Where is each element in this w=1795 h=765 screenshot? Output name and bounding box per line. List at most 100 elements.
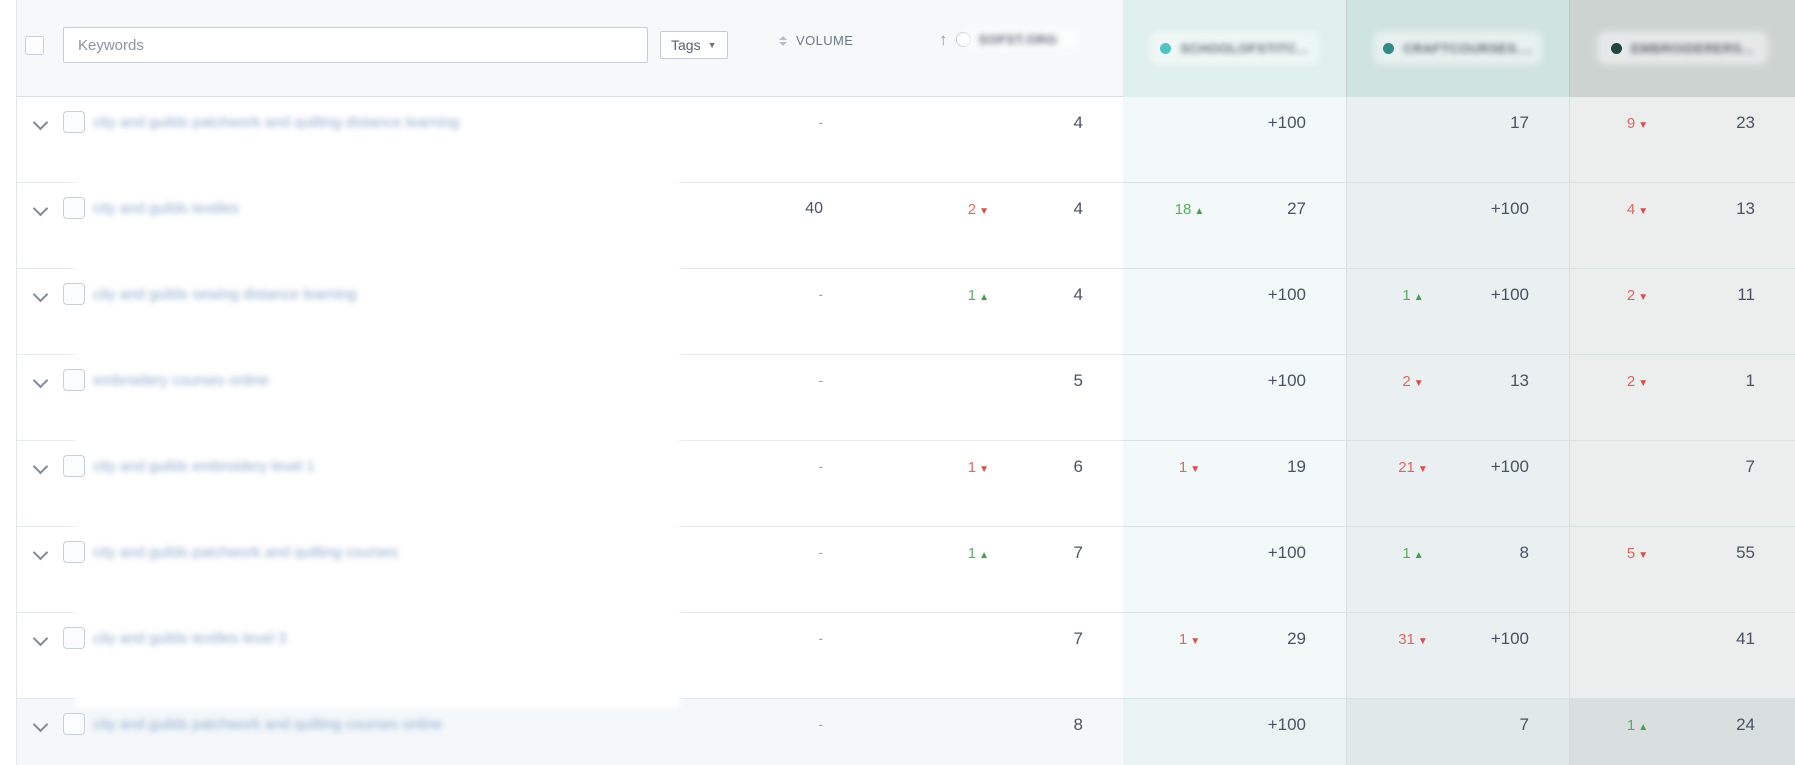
competitor-cell-1: 1▼ 19 <box>1123 441 1346 527</box>
row-checkbox[interactable] <box>63 111 85 133</box>
row-checkbox[interactable] <box>63 627 85 649</box>
volume-value: - <box>683 699 823 765</box>
competitor-position: +100 <box>1479 441 1569 526</box>
competitor-position: 7 <box>1479 699 1569 765</box>
main-position: 4 <box>1003 97 1123 182</box>
competitor-change: 1▼ <box>1123 441 1256 526</box>
chevron-down-icon <box>32 545 48 561</box>
competitor-change: 18▲ <box>1123 183 1256 268</box>
main-change <box>823 613 1003 698</box>
change-value: 5 <box>1627 545 1635 562</box>
row-checkbox[interactable] <box>63 369 85 391</box>
keywords-search-input[interactable] <box>63 27 648 63</box>
competitor-change: 31▼ <box>1347 613 1479 698</box>
change-value: 1 <box>1179 459 1187 476</box>
change-triangle-icon: ▼ <box>1418 636 1428 647</box>
competitor-change <box>1123 527 1256 612</box>
chevron-down-icon <box>32 717 48 733</box>
keyword-link[interactable]: city and guilds sewing distance learning <box>93 269 683 354</box>
competitor-cell-2: 31▼ +100 <box>1346 613 1569 699</box>
competitor-change: 2▼ <box>1570 269 1705 354</box>
competitor-position: 24 <box>1705 699 1795 765</box>
row-checkbox-wrap <box>55 699 93 765</box>
keyword-link[interactable]: city and guilds textiles <box>93 183 683 268</box>
competitor-change: 9▼ <box>1570 97 1705 182</box>
main-change: 1▲ <box>823 269 1003 354</box>
competitor-change: 1▲ <box>1570 699 1705 765</box>
chevron-down-icon <box>32 459 48 475</box>
change-triangle-icon: ▼ <box>1190 636 1200 647</box>
expand-row-button[interactable] <box>25 97 55 182</box>
row-checkbox-wrap <box>55 613 93 698</box>
competitor-change <box>1123 97 1256 182</box>
change-value: 21 <box>1398 459 1415 476</box>
competitor-cell-3: 1▲ 24 <box>1569 699 1795 765</box>
competitor-cell-1: +100 <box>1123 527 1346 613</box>
volume-column-header[interactable]: VOLUME <box>779 33 853 48</box>
competitor-position: 8 <box>1479 527 1569 612</box>
chevron-down-icon <box>32 373 48 389</box>
change-value: 1 <box>968 287 976 304</box>
competitor-position: 13 <box>1479 355 1569 440</box>
sort-updown-icon[interactable] <box>779 36 787 46</box>
caret-down-icon: ▼ <box>708 40 717 50</box>
volume-value: - <box>683 613 823 698</box>
keyword-cell: city and guilds textiles level 3 - 7 <box>17 613 1123 699</box>
competitor-column-header-3[interactable]: EMBROIDERERS... <box>1569 0 1795 97</box>
sort-ascending-arrow-icon[interactable]: ↑ <box>939 31 948 48</box>
competitor-change <box>1570 613 1705 698</box>
competitor-change: 5▼ <box>1570 527 1705 612</box>
competitor-cell-2: 17 <box>1346 97 1569 183</box>
tags-filter-button[interactable]: Tags ▼ <box>660 31 728 59</box>
competitor-position: 17 <box>1479 97 1569 182</box>
row-checkbox[interactable] <box>63 197 85 219</box>
competitor-cell-2: 1▲ 8 <box>1346 527 1569 613</box>
row-checkbox[interactable] <box>63 541 85 563</box>
keyword-row: city and guilds textiles level 3 - 7 1▼ … <box>17 613 1795 699</box>
expand-row-button[interactable] <box>25 613 55 698</box>
expand-row-button[interactable] <box>25 183 55 268</box>
expand-row-button[interactable] <box>25 441 55 526</box>
row-checkbox-wrap <box>55 183 93 268</box>
select-all-checkbox[interactable] <box>25 36 44 55</box>
row-checkbox[interactable] <box>63 455 85 477</box>
keyword-cell: city and guilds patchwork and quilting c… <box>17 699 1123 765</box>
competitor-cell-1: +100 <box>1123 269 1346 355</box>
change-triangle-icon: ▼ <box>1638 120 1648 131</box>
keyword-link[interactable]: city and guilds patchwork and quilting c… <box>93 699 683 765</box>
keyword-link[interactable]: city and guilds embroidery level 1 <box>93 441 683 526</box>
chevron-down-icon <box>32 287 48 303</box>
change-value: 1 <box>1179 631 1187 648</box>
competitor-change: 2▼ <box>1570 355 1705 440</box>
main-domain-column-header[interactable]: ↑ SOFST.ORG <box>939 31 1057 48</box>
competitor-position: +100 <box>1256 355 1346 440</box>
competitor-cell-3: 9▼ 23 <box>1569 97 1795 183</box>
row-checkbox[interactable] <box>63 283 85 305</box>
expand-row-button[interactable] <box>25 269 55 354</box>
competitor-change <box>1570 441 1705 526</box>
main-position: 8 <box>1003 699 1123 765</box>
keyword-cell: city and guilds embroidery level 1 - 1▼ … <box>17 441 1123 527</box>
keyword-row: city and guilds patchwork and quilting c… <box>17 527 1795 613</box>
keyword-link[interactable]: city and guilds patchwork and quilting c… <box>93 527 683 612</box>
expand-row-button[interactable] <box>25 527 55 612</box>
expand-row-button[interactable] <box>25 699 55 765</box>
competitor-domain-label: CRAFTCOURSES.... <box>1403 41 1532 56</box>
change-value: 2 <box>1627 373 1635 390</box>
keyword-link[interactable]: city and guilds textiles level 3 <box>93 613 683 698</box>
row-checkbox[interactable] <box>63 713 85 735</box>
competitor-column-header-1[interactable]: SCHOOLOFSTITC... <box>1123 0 1346 97</box>
competitor-position: 1 <box>1705 355 1795 440</box>
change-value: 2 <box>968 201 976 218</box>
change-value: 1 <box>968 459 976 476</box>
keyword-link[interactable]: city and guilds patchwork and quilting d… <box>93 97 683 182</box>
main-domain-label: SOFST.ORG <box>979 32 1058 47</box>
change-triangle-icon: ▲ <box>1414 292 1424 303</box>
expand-row-button[interactable] <box>25 355 55 440</box>
change-value: 2 <box>1402 373 1410 390</box>
keyword-row: city and guilds embroidery level 1 - 1▼ … <box>17 441 1795 527</box>
change-triangle-icon: ▼ <box>1638 550 1648 561</box>
keyword-link[interactable]: embroidery courses online <box>93 355 683 440</box>
competitor-column-header-2[interactable]: CRAFTCOURSES.... <box>1346 0 1569 97</box>
main-change <box>823 699 1003 765</box>
